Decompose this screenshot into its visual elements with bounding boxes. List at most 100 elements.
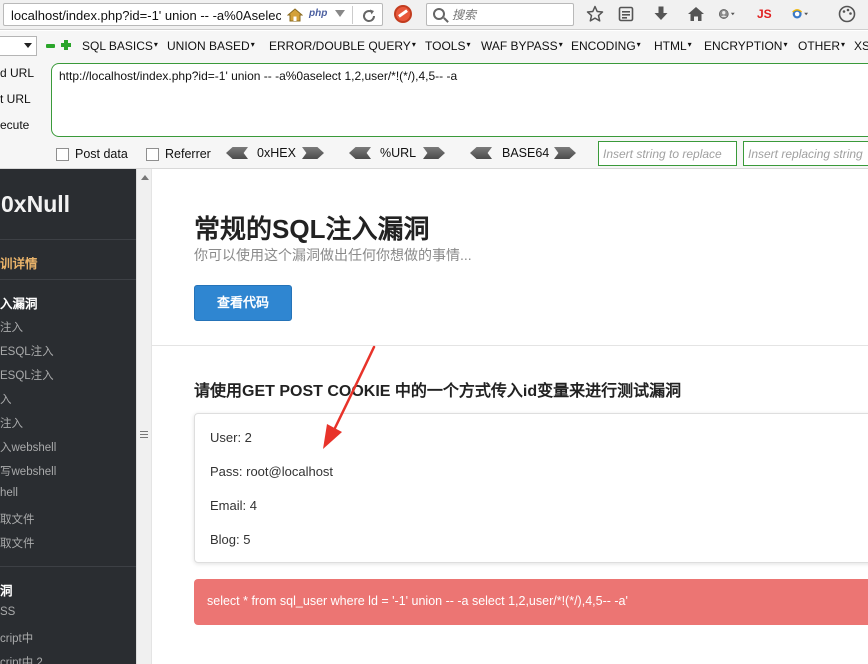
- replace-string-input[interactable]: [744, 142, 868, 165]
- menu-html[interactable]: HTML▾: [654, 39, 692, 53]
- encoder-label: BASE64: [502, 146, 550, 160]
- plus-icon[interactable]: [61, 40, 71, 50]
- noscript-block-icon[interactable]: [394, 5, 412, 23]
- chevron-down-icon[interactable]: [335, 10, 345, 17]
- page-subtitle: 你可以使用这个漏洞做出任何你想做的事情...: [194, 247, 472, 263]
- sidebar-item[interactable]: cript中: [0, 630, 33, 646]
- scroll-grip-icon[interactable]: [140, 431, 148, 438]
- result-panel: User: 2 Pass: root@localhost Email: 4 Bl…: [194, 413, 868, 563]
- hackbar-menu: SQL BASICS▾ UNION BASED▾ ERROR/DOUBLE QU…: [0, 31, 868, 61]
- sidebar-section-training[interactable]: 训详情: [0, 253, 38, 272]
- menu-encryption[interactable]: ENCRYPTION▾: [704, 39, 787, 53]
- sidebar-scrollbar[interactable]: [136, 169, 152, 664]
- sidebar-item[interactable]: hell: [0, 487, 18, 499]
- menu-xss[interactable]: XS: [854, 39, 868, 53]
- scroll-up-icon[interactable]: [141, 175, 149, 180]
- hackbar-url-value[interactable]: http://localhost/index.php?id=-1' union …: [59, 69, 457, 83]
- execute-button[interactable]: ecute: [0, 118, 29, 132]
- search-box[interactable]: [426, 3, 574, 26]
- sidebar-item[interactable]: 取文件: [0, 535, 35, 551]
- menu-union-based[interactable]: UNION BASED▾: [167, 39, 255, 53]
- arrow-right-icon[interactable]: [554, 147, 576, 159]
- result-user: User: 2: [210, 430, 252, 445]
- menu-encoding[interactable]: ENCODING▾: [571, 39, 641, 53]
- checkbox-label: Post data: [75, 147, 128, 161]
- checkbox-label: Referrer: [165, 147, 211, 161]
- view-code-button[interactable]: 查看代码: [194, 285, 292, 321]
- sidebar-item[interactable]: 入: [0, 391, 12, 407]
- sidebar-item[interactable]: 注入: [0, 319, 23, 335]
- reading-list-icon[interactable]: [617, 5, 635, 23]
- caret-icon: ▾: [841, 40, 846, 49]
- encoder-label: %URL: [380, 146, 417, 160]
- caret-icon: ▾: [783, 40, 788, 49]
- find-string-field[interactable]: [598, 141, 737, 166]
- reload-icon[interactable]: [361, 8, 377, 24]
- divider: [352, 6, 353, 24]
- menu-other[interactable]: OTHER▾: [798, 39, 845, 53]
- arrow-right-icon[interactable]: [423, 147, 445, 159]
- chevron-down-icon: [24, 43, 32, 48]
- star-icon[interactable]: [586, 5, 604, 23]
- sidebar-item[interactable]: SS: [0, 606, 15, 618]
- divider: [0, 566, 136, 567]
- js-toggle-icon[interactable]: JS: [757, 7, 772, 21]
- sidebar-item[interactable]: ESQL注入: [0, 343, 54, 359]
- ie-tab-icon[interactable]: [792, 5, 810, 23]
- load-url-button[interactable]: d URL: [0, 66, 34, 80]
- address-bar[interactable]: localhost/index.php?id=-1' union -- -a%0…: [3, 3, 383, 26]
- sidebar: 0xNull 训详情 入漏洞 注入 ESQL注入 ESQL注入 入 注入 入we…: [0, 169, 136, 664]
- sidebar-section-injection[interactable]: 入漏洞: [0, 293, 38, 312]
- minus-icon[interactable]: [46, 44, 55, 48]
- caret-icon: ▾: [558, 40, 563, 49]
- caret-icon: ▾: [636, 40, 641, 49]
- sidebar-item[interactable]: cript中 2: [0, 654, 43, 664]
- home-icon[interactable]: [287, 8, 303, 22]
- split-url-button[interactable]: t URL: [0, 92, 31, 106]
- replace-string-field[interactable]: [743, 141, 868, 166]
- search-input[interactable]: [452, 6, 567, 23]
- result-blog: Blog: 5: [210, 532, 251, 547]
- section-heading: 请使用GET POST COOKIE 中的一个方式传入id变量来进行测试漏洞: [194, 383, 682, 400]
- arrow-left-icon[interactable]: [349, 147, 371, 159]
- caret-icon: ▾: [687, 40, 692, 49]
- profile-dropdown-icon[interactable]: [718, 5, 736, 23]
- sidebar-item[interactable]: ESQL注入: [0, 367, 54, 383]
- menu-tools[interactable]: TOOLS▾: [425, 39, 470, 53]
- search-icon: [433, 8, 445, 20]
- main-content: 常规的SQL注入漏洞 你可以使用这个漏洞做出任何你想做的事情... 查看代码 请…: [152, 169, 868, 664]
- hackbar-url-textarea[interactable]: http://localhost/index.php?id=-1' union …: [51, 63, 868, 137]
- caret-icon: ▾: [153, 40, 158, 49]
- find-string-input[interactable]: [599, 142, 736, 165]
- sidebar-item[interactable]: 取文件: [0, 511, 35, 527]
- menu-sql-basics[interactable]: SQL BASICS▾: [82, 39, 158, 53]
- menu-error-double-query[interactable]: ERROR/DOUBLE QUERY▾: [269, 39, 416, 53]
- divider: [0, 239, 136, 240]
- menu-waf-bypass[interactable]: WAF BYPASS▾: [481, 39, 563, 53]
- result-email: Email: 4: [210, 498, 257, 513]
- hackbar-select[interactable]: [0, 36, 37, 56]
- divider: [152, 345, 868, 346]
- php-badge-icon: php: [309, 8, 328, 19]
- home-icon[interactable]: [687, 5, 705, 23]
- brand-logo[interactable]: 0xNull: [1, 191, 70, 218]
- address-text[interactable]: localhost/index.php?id=-1' union -- -a%0…: [11, 8, 281, 23]
- sql-query-alert: select * from sql_user where ld = '-1' u…: [194, 579, 868, 625]
- caret-icon: ▾: [411, 40, 416, 49]
- sidebar-section-xss[interactable]: 洞: [0, 580, 13, 599]
- sidebar-item[interactable]: 写webshell: [0, 463, 56, 479]
- arrow-right-icon[interactable]: [302, 147, 324, 159]
- hackbar-panel: d URL t URL ecute http://localhost/index…: [0, 61, 868, 169]
- caret-icon: ▾: [250, 40, 255, 49]
- encoder-label: 0xHEX: [257, 146, 296, 160]
- arrow-left-icon[interactable]: [470, 147, 492, 159]
- sidebar-item[interactable]: 入webshell: [0, 439, 56, 455]
- arrow-left-icon[interactable]: [226, 147, 248, 159]
- palette-icon[interactable]: [838, 5, 856, 23]
- download-icon[interactable]: [652, 5, 670, 23]
- checkbox-box[interactable]: [56, 148, 69, 161]
- checkbox-box[interactable]: [146, 148, 159, 161]
- divider: [0, 279, 136, 280]
- sidebar-item[interactable]: 注入: [0, 415, 23, 431]
- sql-query-text: select * from sql_user where ld = '-1' u…: [207, 594, 628, 608]
